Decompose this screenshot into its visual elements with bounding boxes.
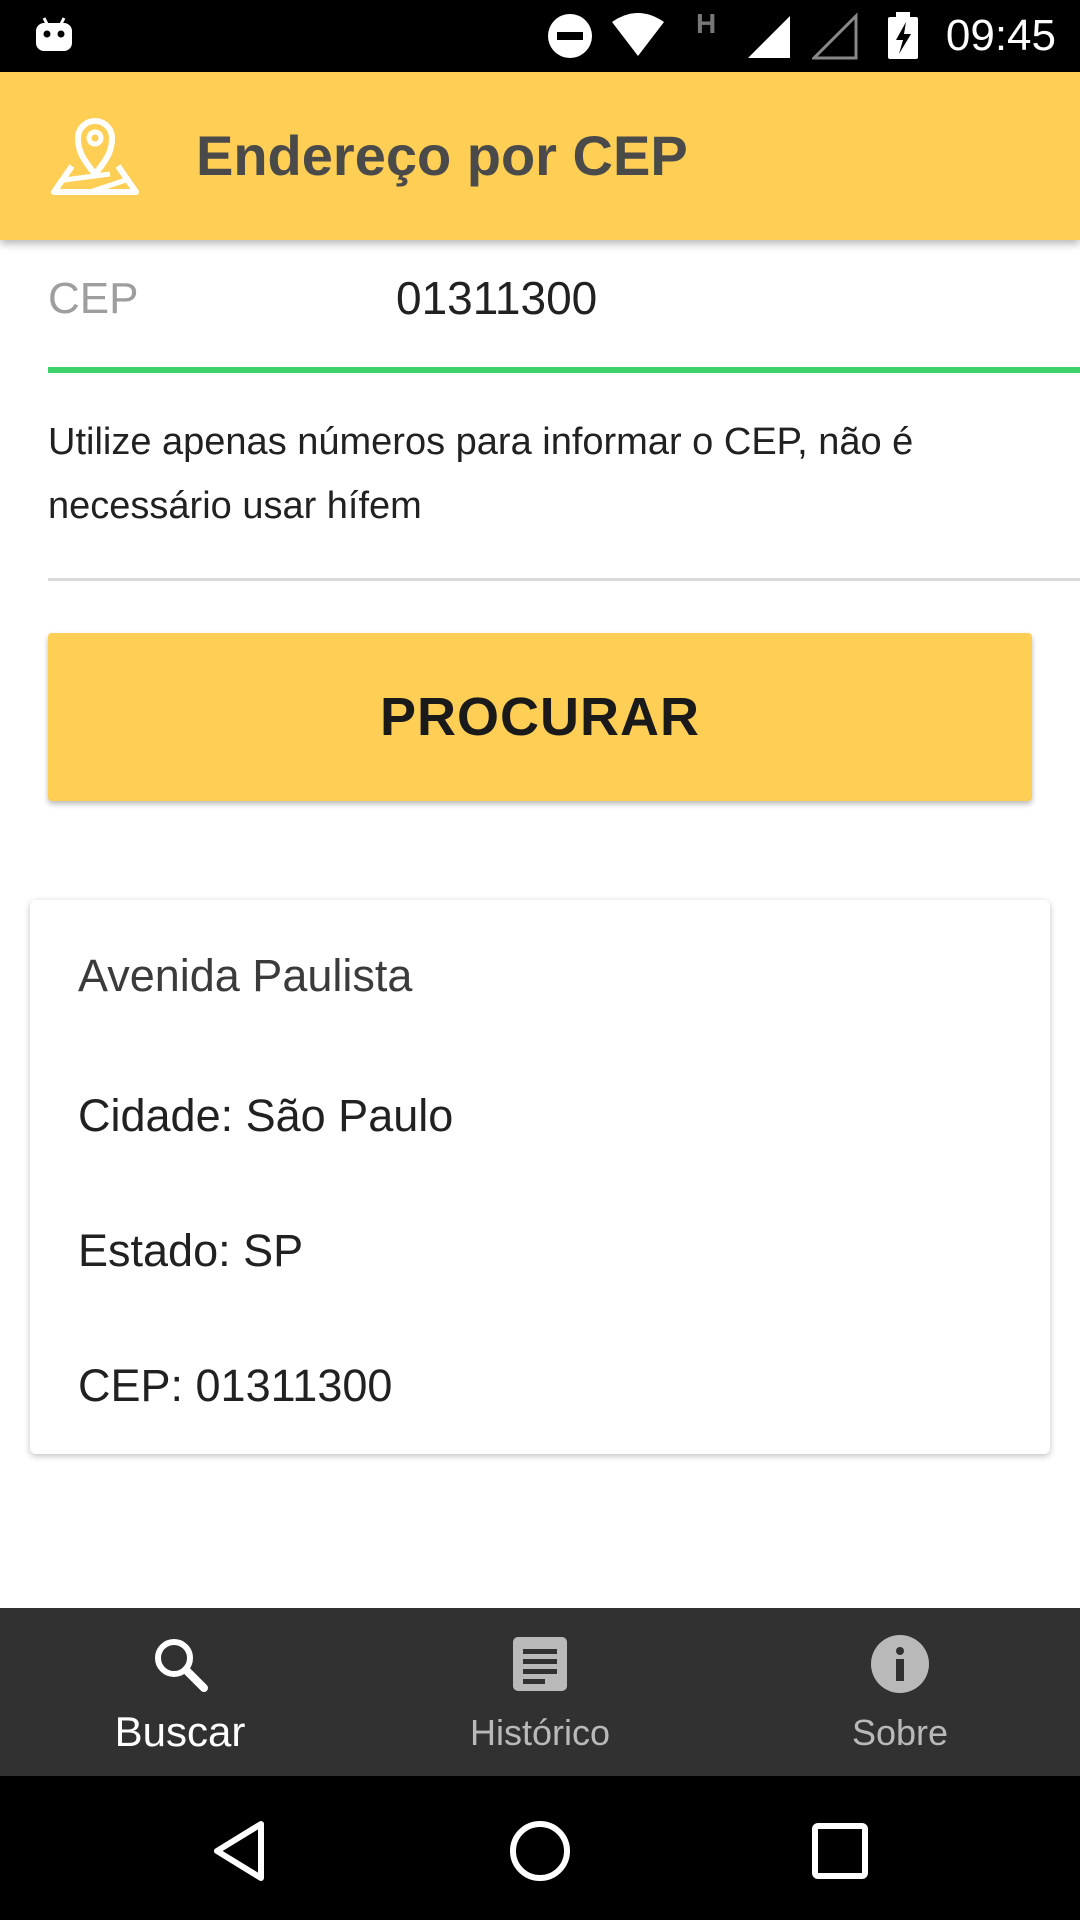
cep-field: CEP [48,240,1080,376]
battery-charging-icon [888,12,918,59]
search-icon [155,1639,208,1692]
android-debug-icon [36,17,72,51]
system-navigation-bar [0,1776,1080,1920]
nav-item-historico[interactable]: Histórico [360,1608,720,1776]
cep-hint-text: Utilize apenas números para informar o C… [48,421,914,527]
back-icon[interactable] [205,1816,275,1886]
app-bar: Endereço por CEP [0,72,1080,240]
do-not-disturb-icon [548,14,592,58]
page-title: Endereço por CEP [196,124,688,187]
status-bar: H 09:45 [0,0,1080,72]
result-city: Cidade: São Paulo [78,1090,454,1141]
bottom-navigation: Buscar Histórico Sobre [0,1608,1080,1776]
nav-label-historico: Histórico [469,1712,611,1753]
result-state: Estado: SP [78,1225,304,1276]
status-time: 09:45 [945,11,1056,60]
search-button[interactable]: PROCURAR [48,633,1032,801]
map-pin-icon [51,118,139,195]
home-icon[interactable] [505,1816,575,1886]
info-icon [871,1635,929,1693]
cep-input-underline [48,367,1080,373]
nav-label-sobre: Sobre [851,1712,949,1753]
address-result-card: Avenida Paulista Cidade: São Paulo Estad… [30,900,1050,1454]
signal-empty-icon [812,12,858,60]
nav-item-sobre[interactable]: Sobre [720,1608,1080,1776]
network-type-label: H [696,8,717,39]
cep-input[interactable] [396,268,996,328]
result-cep: CEP: 01311300 [78,1360,393,1411]
result-street: Avenida Paulista [78,950,413,1001]
history-doc-icon [513,1637,567,1691]
cep-label: CEP [48,274,139,323]
divider [48,578,1080,581]
signal-icon [748,16,790,58]
recents-icon[interactable] [805,1816,875,1886]
nav-item-buscar[interactable]: Buscar [0,1608,360,1776]
wifi-icon [612,13,664,56]
nav-label-buscar: Buscar [114,1708,246,1755]
app-screen: H 09:45 Endereço por CEP CEP Utilize ape… [0,0,1080,1920]
